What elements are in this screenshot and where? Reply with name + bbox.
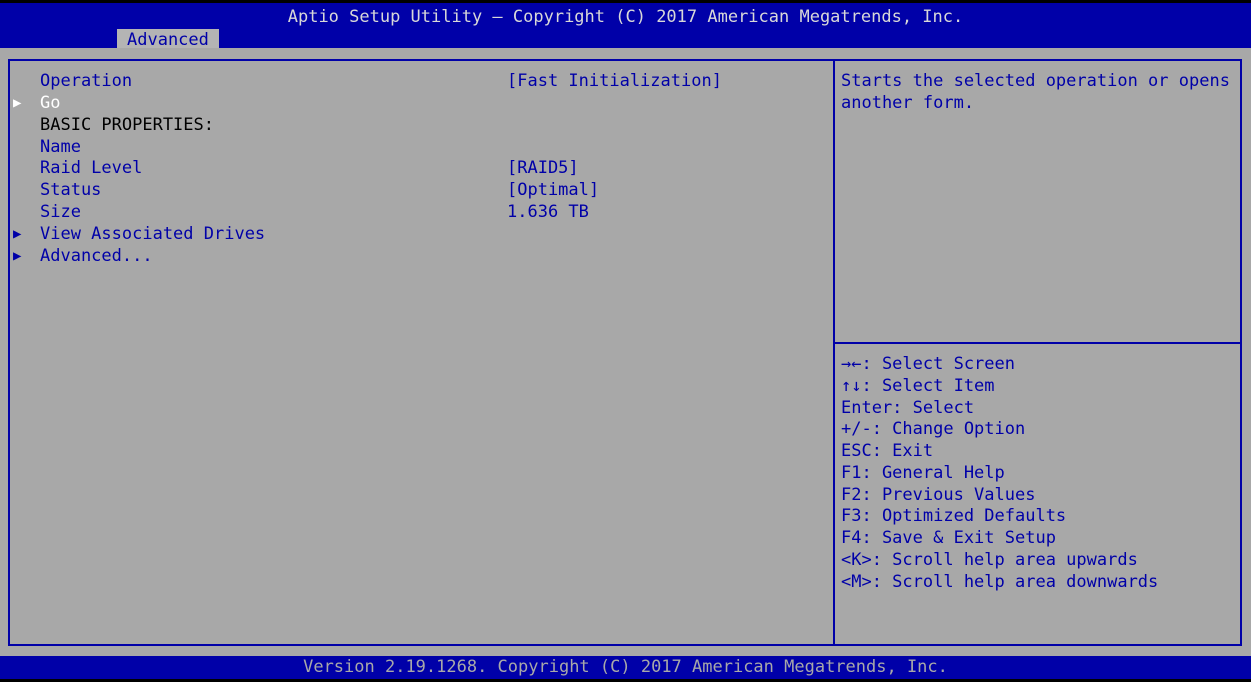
advanced-label: Advanced... bbox=[40, 246, 153, 266]
menu-item-view-associated-drives[interactable]: ▶ View Associated Drives bbox=[10, 223, 825, 245]
version-info: Version 2.19.1268. Copyright (C) 2017 Am… bbox=[303, 657, 948, 677]
property-raid-level: Raid Level [RAID5] bbox=[10, 157, 825, 179]
key-hint: Enter: Select bbox=[841, 398, 975, 418]
triangle-right-icon: ▶ bbox=[13, 226, 22, 242]
app-title: Aptio Setup Utility – Copyright (C) 2017… bbox=[287, 7, 964, 27]
name-label: Name bbox=[40, 137, 81, 157]
title-bar: Aptio Setup Utility – Copyright (C) 2017… bbox=[0, 0, 1251, 51]
menu-item-operation[interactable]: Operation [Fast Initialization] bbox=[10, 70, 825, 92]
menu-item-advanced[interactable]: ▶ Advanced... bbox=[10, 245, 825, 267]
key-hint: F2: Previous Values bbox=[841, 485, 1036, 505]
key-hint: +/-: Change Option bbox=[841, 419, 1026, 439]
size-label: Size bbox=[40, 202, 81, 222]
help-divider bbox=[835, 342, 1242, 344]
property-name: Name bbox=[10, 136, 825, 158]
content-frame: Operation [Fast Initialization] ▶ Go BAS… bbox=[8, 59, 1242, 646]
panel-divider bbox=[833, 61, 835, 644]
help-description: Starts the selected operation or opens a… bbox=[841, 71, 1230, 113]
key-hint: ESC: Exit bbox=[841, 441, 934, 461]
size-value: 1.636 TB bbox=[507, 202, 589, 222]
property-size: Size 1.636 TB bbox=[10, 201, 825, 223]
raid-level-label: Raid Level bbox=[40, 158, 143, 178]
key-hint: F1: General Help bbox=[841, 463, 1005, 483]
operation-label: Operation bbox=[40, 71, 133, 91]
status-label: Status bbox=[40, 180, 102, 200]
key-hint: <M>: Scroll help area downwards bbox=[841, 572, 1159, 592]
basic-properties-heading: BASIC PROPERTIES: bbox=[40, 115, 214, 135]
footer-bar: Version 2.19.1268. Copyright (C) 2017 Am… bbox=[0, 656, 1251, 682]
view-drives-label: View Associated Drives bbox=[40, 224, 266, 244]
operation-value[interactable]: [Fast Initialization] bbox=[507, 70, 722, 92]
main-panel: Operation [Fast Initialization] ▶ Go BAS… bbox=[0, 48, 1251, 656]
menu-item-go[interactable]: ▶ Go bbox=[10, 92, 825, 114]
triangle-right-icon: ▶ bbox=[13, 95, 22, 111]
key-hint: F3: Optimized Defaults bbox=[841, 506, 1067, 526]
key-hint: <K>: Scroll help area upwards bbox=[841, 550, 1138, 570]
raid-level-value: [RAID5] bbox=[507, 158, 579, 178]
triangle-right-icon: ▶ bbox=[13, 248, 22, 264]
key-hint: F4: Save & Exit Setup bbox=[841, 528, 1056, 548]
key-hint: ↑↓: Select Item bbox=[841, 376, 995, 396]
key-hint: →←: Select Screen bbox=[841, 354, 1015, 374]
property-status: Status [Optimal] bbox=[10, 179, 825, 201]
status-value: [Optimal] bbox=[507, 180, 600, 200]
go-label: Go bbox=[40, 93, 61, 113]
section-basic-properties: BASIC PROPERTIES: bbox=[10, 114, 825, 136]
